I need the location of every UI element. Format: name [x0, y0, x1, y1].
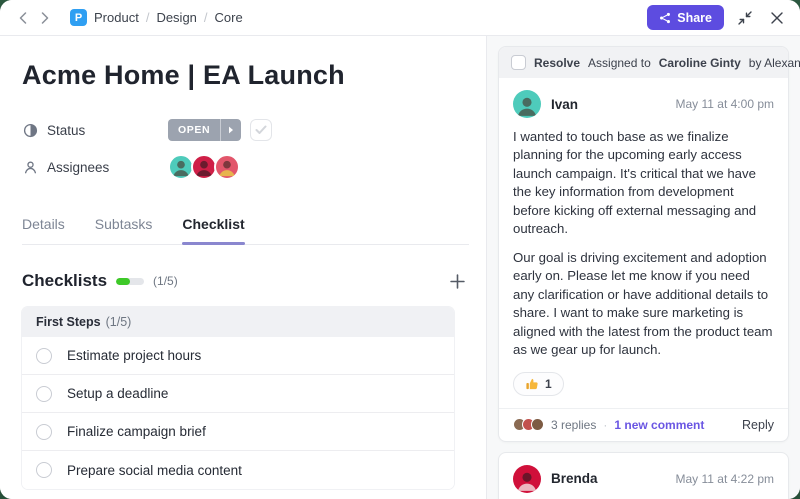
comment-author-name[interactable]: Ivan	[551, 97, 578, 112]
assignee-name[interactable]: Caroline Ginty	[659, 56, 741, 70]
comment-author-name[interactable]: Brenda	[551, 471, 598, 486]
checklists-header: Checklists (1/5)	[22, 269, 469, 293]
status-next-arrow-icon[interactable]	[220, 119, 241, 141]
checklist-item-circle-icon[interactable]	[36, 347, 52, 364]
close-button[interactable]	[766, 7, 788, 29]
breadcrumb: Product / Design / Core	[94, 10, 243, 25]
collapse-icon	[738, 10, 752, 25]
reply-button[interactable]: Reply	[742, 418, 774, 432]
project-badge-icon[interactable]: P	[70, 9, 87, 26]
comment-thread-card: Resolve Assigned to Caroline Ginty by Al…	[498, 46, 800, 442]
checklist-item[interactable]: Finalize campaign brief	[22, 413, 454, 451]
assignee-avatars	[168, 154, 240, 180]
resolve-label[interactable]: Resolve	[534, 56, 580, 70]
nav-back-button[interactable]	[12, 7, 34, 29]
assigned-by-text: by Alexander	[748, 55, 800, 70]
add-checklist-button[interactable]	[445, 269, 469, 293]
comment-author-avatar[interactable]	[513, 464, 541, 493]
assigned-to-text: Assigned to	[588, 55, 651, 70]
breadcrumb-item-core[interactable]: Core	[215, 10, 243, 25]
mark-complete-checkbox[interactable]	[250, 119, 273, 141]
assignees-field-row: Assignees	[22, 154, 486, 180]
task-detail-panel: Acme Home | EA Launch Status OPEN Assign…	[0, 36, 487, 499]
reaction-count: 1	[545, 376, 552, 391]
comments-panel: Resolve Assigned to Caroline Ginty by Al…	[487, 36, 800, 499]
task-title: Acme Home | EA Launch	[22, 60, 345, 90]
assignees-label: Assignees	[47, 159, 110, 175]
share-icon	[660, 12, 671, 23]
checkmark-icon	[255, 125, 267, 134]
status-field-label: Status	[22, 123, 168, 138]
checklist-item-circle-icon[interactable]	[36, 462, 52, 478]
breadcrumb-item-design[interactable]: Design	[156, 10, 196, 25]
checklist-item-circle-icon[interactable]	[36, 385, 52, 402]
new-comment-link[interactable]: 1 new comment	[614, 418, 704, 432]
share-button-label: Share	[677, 10, 712, 25]
thumbs-up-reaction[interactable]: 1	[513, 371, 564, 396]
resolve-bar: Resolve Assigned to Caroline Ginty by Al…	[499, 47, 800, 78]
checklist-item-label: Finalize campaign brief	[67, 424, 206, 439]
assignees-icon	[22, 160, 38, 175]
comment-timestamp: May 11 at 4:22 pm	[675, 471, 775, 486]
breadcrumb-item-product[interactable]: Product	[94, 10, 139, 25]
assignees-field-label: Assignees	[22, 160, 168, 175]
collapse-button[interactable]	[734, 7, 756, 29]
checklist-group-header[interactable]: First Steps (1/5)	[22, 307, 454, 337]
checklist-group-title: First Steps	[36, 315, 101, 329]
tab-subtasks[interactable]: Subtasks	[95, 208, 153, 244]
status-value: OPEN	[178, 124, 211, 136]
reply-avatar	[531, 418, 544, 432]
tab-checklist[interactable]: Checklist	[182, 208, 245, 245]
checklist-item[interactable]: Prepare social media content	[22, 451, 454, 489]
chevron-left-icon	[19, 11, 27, 24]
plus-icon	[449, 273, 465, 289]
nav-forward-button[interactable]	[34, 7, 56, 29]
status-icon	[22, 123, 38, 138]
close-icon	[771, 11, 783, 24]
checklist-item-circle-icon[interactable]	[36, 423, 52, 440]
checklist-progress-bar	[116, 277, 145, 285]
tab-details[interactable]: Details	[22, 208, 65, 244]
replies-count[interactable]: 3 replies	[551, 418, 596, 432]
comment-paragraph: Our goal is driving excitement and adopt…	[513, 249, 773, 358]
top-bar: P Product / Design / Core Share	[0, 0, 800, 36]
thumbs-up-icon	[526, 378, 538, 389]
checklist-item[interactable]: Estimate project hours	[22, 337, 454, 375]
comment-timestamp: May 11 at 4:00 pm	[675, 97, 775, 111]
footer-separator-dot: ·	[603, 417, 608, 432]
thread-footer: 3 replies · 1 new comment Reply	[499, 407, 788, 441]
assignee-avatar-3[interactable]	[214, 154, 240, 180]
status-field-row: Status OPEN	[22, 117, 486, 143]
task-modal-window: P Product / Design / Core Share Acme Hom…	[0, 0, 800, 499]
checklist-item-label: Prepare social media content	[67, 462, 242, 478]
share-button[interactable]: Share	[647, 5, 724, 30]
comment-author-row: Ivan May 11 at 4:00 pm	[513, 90, 774, 118]
comment-card: Brenda May 11 at 4:22 pm This is great, …	[498, 451, 789, 499]
comment-author-row: Brenda May 11 at 4:22 pm	[513, 464, 775, 493]
status-label: Status	[47, 122, 86, 138]
detail-tabs: Details Subtasks Checklist	[22, 208, 469, 245]
status-badge[interactable]: OPEN	[168, 119, 242, 141]
checklist-group-count: (1/5)	[105, 315, 132, 329]
checklist-item[interactable]: Setup a deadline	[22, 375, 454, 413]
breadcrumb-separator: /	[145, 10, 150, 25]
checklists-heading: Checklists	[22, 271, 108, 290]
resolve-checkbox[interactable]	[511, 55, 526, 70]
reply-avatars	[513, 418, 544, 432]
checklist-progress-fill	[116, 277, 131, 285]
comment-author-avatar[interactable]	[513, 90, 541, 118]
chevron-right-icon	[41, 11, 49, 24]
checklist-group: First Steps (1/5) Estimate project hours…	[22, 307, 454, 489]
checklist-item-label: Estimate project hours	[67, 348, 202, 363]
breadcrumb-separator: /	[203, 10, 208, 25]
checklist-item-label: Setup a deadline	[67, 386, 169, 401]
comment-paragraph: I wanted to touch base as we finalize pl…	[513, 129, 757, 237]
checklist-progress-count: (1/5)	[153, 274, 178, 288]
